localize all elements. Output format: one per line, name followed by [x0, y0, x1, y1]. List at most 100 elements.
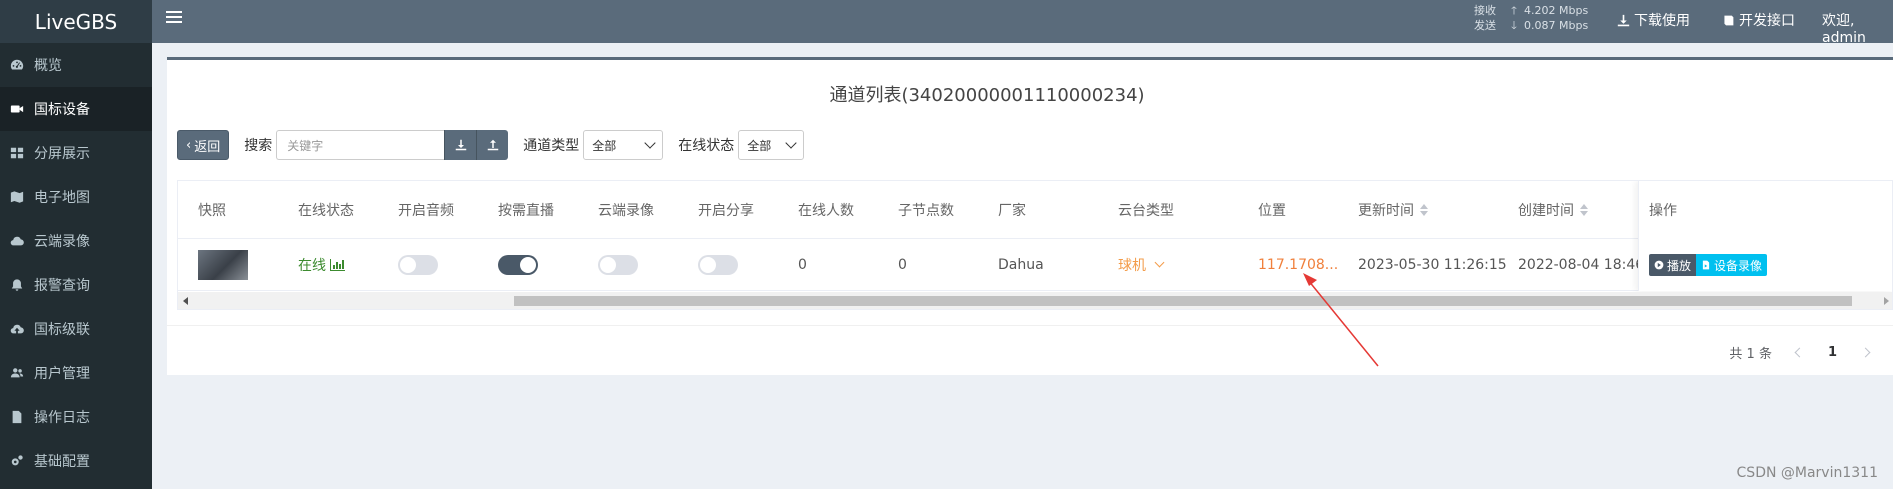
send-value: 0.087 Mbps: [1524, 19, 1589, 32]
scroll-left-arrow[interactable]: [183, 297, 188, 305]
table-header: 快照 在线状态 开启音频 按需直播 云端录像 开启分享 在线人数 子节点数 厂家…: [178, 181, 1892, 239]
sidebar-item-users[interactable]: 用户管理: [0, 351, 152, 395]
watermark: CSDN @Marvin1311: [1736, 465, 1878, 481]
user-menu[interactable]: 欢迎, admin: [1822, 10, 1893, 46]
col-created-at-label: 创建时间: [1518, 202, 1574, 219]
channel-type-value: 全部: [592, 138, 617, 153]
back-label: 返回: [194, 139, 221, 155]
scrollbar-thumb[interactable]: [514, 296, 1852, 306]
channel-type-select[interactable]: 全部: [583, 130, 664, 160]
cogs-icon: [10, 454, 24, 468]
row-actions: 播放 设备录像: [1649, 254, 1768, 276]
cell-created-at: 2022-08-04 18:46: [1518, 256, 1645, 273]
arrow-up-icon: 🡑: [1511, 4, 1517, 17]
back-button[interactable]: ‹ 返回: [177, 130, 230, 160]
app-logo[interactable]: LiveGBS: [0, 0, 152, 43]
col-actions: 操作: [1649, 203, 1677, 219]
online-status-select[interactable]: 全部: [738, 130, 805, 160]
sidebar-item-overview[interactable]: 概览: [0, 43, 152, 87]
app-title: LiveGBS: [34, 9, 118, 34]
sidebar-item-label: 基础配置: [34, 454, 90, 470]
page-number[interactable]: 1: [1828, 345, 1837, 360]
export-button[interactable]: [444, 130, 477, 160]
online-status-value: 全部: [747, 138, 772, 153]
api-label: 开发接口: [1739, 13, 1795, 29]
bell-icon: [10, 278, 24, 292]
cell-online-count: 0: [798, 256, 807, 273]
col-snapshot: 快照: [198, 202, 226, 219]
sidebar-item-logs[interactable]: 操作日志: [0, 395, 152, 439]
sidebar-item-config[interactable]: 基础配置: [0, 439, 152, 483]
toolbar: ‹ 返回 搜索 关键字 通道类型 全部 在线状态 全部: [177, 130, 805, 160]
ptz-type-select[interactable]: 球机: [1118, 255, 1165, 275]
bar-chart-icon[interactable]: [330, 258, 346, 271]
cell-child-count: 0: [898, 256, 907, 273]
channel-type-label: 通道类型: [523, 138, 580, 154]
sidebar-item-label: 用户管理: [34, 366, 90, 382]
users-icon: [10, 366, 24, 380]
search-input[interactable]: 关键字: [276, 130, 445, 160]
api-link[interactable]: 开发接口: [1722, 10, 1795, 30]
receive-label: 接收: [1474, 4, 1496, 17]
sidebar-item-label: 报警查询: [34, 278, 90, 294]
sidebar-item-map[interactable]: 电子地图: [0, 175, 152, 219]
dashboard-icon: [10, 58, 24, 72]
online-status-text: 在线: [298, 257, 326, 274]
sidebar-item-label: 云端录像: [34, 234, 90, 250]
chevron-left-icon: ‹: [186, 137, 192, 153]
share-toggle[interactable]: [698, 254, 738, 275]
col-updated-at[interactable]: 更新时间: [1358, 181, 1428, 238]
sidebar-item-label: 国标设备: [34, 102, 90, 118]
download-link[interactable]: 下载使用: [1617, 10, 1690, 30]
audio-toggle[interactable]: [398, 254, 438, 275]
chevron-right-icon: [1860, 347, 1870, 357]
sidebar-item-cloud-record[interactable]: 云端录像: [0, 219, 152, 263]
download-label: 下载使用: [1634, 13, 1690, 29]
chevron-down-icon: [1154, 257, 1165, 268]
pagination: 共 1 条 1: [1729, 342, 1893, 362]
grid-icon: [10, 146, 24, 160]
snapshot-thumbnail[interactable]: [198, 249, 248, 280]
col-online-count: 在线人数: [798, 202, 854, 219]
prev-page-button[interactable]: [1790, 342, 1810, 362]
location-link[interactable]: 117.1708...: [1258, 257, 1338, 273]
search-placeholder: 关键字: [287, 138, 324, 153]
channel-table: 快照 在线状态 开启音频 按需直播 云端录像 开启分享 在线人数 子节点数 厂家…: [177, 180, 1893, 310]
file-video-icon: [1702, 260, 1710, 270]
cloud-upload-icon: [10, 322, 24, 336]
scroll-right-arrow[interactable]: [1884, 297, 1889, 305]
col-manufacturer: 厂家: [998, 202, 1026, 219]
top-header: 接收 🡑 4.202 Mbps 发送 🡓 0.087 Mbps 下载使用 开发接口 欢迎…: [152, 0, 1893, 46]
import-button[interactable]: [476, 130, 509, 160]
sidebar-item-alarm[interactable]: 报警查询: [0, 263, 152, 307]
sort-icon[interactable]: [1580, 203, 1588, 216]
next-page-button[interactable]: [1855, 342, 1875, 362]
play-label: 播放: [1667, 258, 1692, 273]
cell-snapshot[interactable]: [198, 239, 248, 290]
sidebar-menu: 概览 国标设备 分屏展示 电子地图 云端录像 报警查询 国标级联 用户管理 操作…: [0, 43, 152, 483]
col-child-count: 子节点数: [898, 202, 954, 219]
sidebar-item-split-screen[interactable]: 分屏展示: [0, 131, 152, 175]
play-button[interactable]: 播放: [1649, 254, 1697, 276]
welcome-text: 欢迎, admin: [1822, 13, 1866, 46]
sidebar-item-gb-devices[interactable]: 国标设备: [0, 87, 152, 131]
device-record-button[interactable]: 设备录像: [1696, 254, 1768, 276]
menu-toggle-icon[interactable]: [166, 11, 182, 25]
cell-share: [698, 239, 738, 290]
cloud-record-toggle[interactable]: [598, 254, 638, 275]
horizontal-scrollbar[interactable]: [178, 292, 1892, 309]
cell-online-status: 在线: [298, 239, 346, 290]
send-label: 发送: [1474, 19, 1496, 32]
receive-value: 4.202 Mbps: [1524, 4, 1589, 17]
sidebar-item-label: 操作日志: [34, 410, 90, 426]
cell-location[interactable]: 117.1708...: [1258, 239, 1338, 290]
page-title: 通道列表(34020000001110000234): [829, 85, 1145, 106]
chevron-down-icon: [785, 137, 797, 149]
col-created-at[interactable]: 创建时间: [1518, 181, 1588, 238]
col-ptz-type: 云台类型: [1118, 202, 1174, 219]
col-location: 位置: [1258, 202, 1286, 219]
cell-audio: [398, 239, 438, 290]
sort-icon[interactable]: [1420, 203, 1428, 216]
on-demand-toggle[interactable]: [498, 254, 538, 275]
sidebar-item-cascade[interactable]: 国标级联: [0, 307, 152, 351]
